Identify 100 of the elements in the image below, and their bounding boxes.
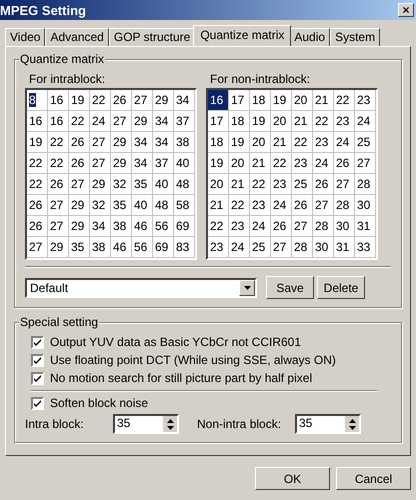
matrix-cell[interactable]: 16 (27, 111, 48, 132)
matrix-cell[interactable]: 22 (292, 132, 313, 153)
tab[interactable]: Quantize matrix (193, 25, 292, 46)
matrix-cell[interactable]: 25 (250, 237, 271, 258)
matrix-cell[interactable]: 30 (313, 237, 334, 258)
matrix-cell[interactable]: 26 (271, 216, 292, 237)
matrix-cell[interactable]: 22 (334, 90, 355, 111)
matrix-cell[interactable]: 21 (292, 111, 313, 132)
matrix-cell[interactable]: 58 (174, 195, 195, 216)
matrix-cell[interactable]: 34 (132, 153, 153, 174)
save-button[interactable]: Save (266, 276, 314, 299)
matrix-cell[interactable]: 35 (69, 237, 90, 258)
matrix-cell[interactable]: 23 (334, 111, 355, 132)
matrix-cell[interactable]: 38 (111, 216, 132, 237)
matrix-cell[interactable]: 23 (355, 90, 376, 111)
matrix-cell[interactable]: 22 (27, 174, 48, 195)
matrix-cell[interactable]: 18 (208, 132, 229, 153)
matrix-cell[interactable]: 48 (174, 174, 195, 195)
matrix-cell[interactable]: 37 (153, 153, 174, 174)
matrix-cell[interactable]: 27 (48, 216, 69, 237)
ok-button[interactable]: OK (255, 467, 330, 490)
checkbox[interactable] (31, 372, 44, 384)
matrix-cell[interactable]: 22 (48, 153, 69, 174)
matrix-cell[interactable]: 30 (355, 195, 376, 216)
matrix-cell[interactable]: 22 (27, 153, 48, 174)
matrix-cell[interactable]: 24 (229, 237, 250, 258)
matrix-cell[interactable]: 29 (90, 174, 111, 195)
matrix-cell[interactable]: 83 (174, 237, 195, 258)
matrix-cell[interactable]: 40 (153, 174, 174, 195)
matrix-cell[interactable]: 27 (27, 237, 48, 258)
matrix-cell[interactable]: 27 (313, 195, 334, 216)
matrix-cell[interactable]: 38 (174, 132, 195, 153)
preset-dropdown[interactable]: Default (25, 278, 257, 298)
matrix-cell[interactable]: 23 (229, 216, 250, 237)
matrix-cell[interactable]: 19 (27, 132, 48, 153)
matrix-cell[interactable]: 22 (208, 216, 229, 237)
matrix-cell[interactable]: 17 (229, 90, 250, 111)
matrix-cell[interactable]: 22 (90, 90, 111, 111)
matrix-cell[interactable]: 26 (292, 195, 313, 216)
matrix-cell[interactable]: 19 (229, 132, 250, 153)
matrix-cell[interactable]: 20 (292, 90, 313, 111)
matrix-cell[interactable]: 56 (132, 237, 153, 258)
matrix-cell[interactable]: 19 (69, 90, 90, 111)
tab[interactable]: Video (5, 28, 46, 46)
matrix-cell[interactable]: 22 (313, 111, 334, 132)
matrix-cell[interactable]: 22 (69, 111, 90, 132)
matrix-cell[interactable]: 19 (208, 153, 229, 174)
matrix-cell[interactable]: 27 (132, 90, 153, 111)
matrix-cell[interactable]: 33 (355, 237, 376, 258)
matrix-cell[interactable]: 28 (355, 174, 376, 195)
matrix-cell[interactable]: 21 (229, 174, 250, 195)
tab[interactable]: System (330, 28, 380, 46)
matrix-cell[interactable]: 16 (208, 90, 229, 111)
matrix-cell[interactable]: 27 (69, 174, 90, 195)
matrix-cell[interactable]: 26 (27, 216, 48, 237)
matrix-cell[interactable]: 22 (271, 153, 292, 174)
matrix-cell[interactable]: 40 (132, 195, 153, 216)
matrix-cell[interactable]: 28 (313, 216, 334, 237)
matrix-cell[interactable]: 28 (292, 237, 313, 258)
matrix-cell[interactable]: 28 (334, 195, 355, 216)
matrix-cell[interactable]: 29 (111, 153, 132, 174)
tab[interactable]: Audio (289, 28, 330, 46)
matrix-cell[interactable]: 46 (111, 237, 132, 258)
matrix-cell[interactable]: 32 (111, 174, 132, 195)
matrix-cell[interactable]: 27 (334, 174, 355, 195)
matrix-cell[interactable]: 22 (229, 195, 250, 216)
matrix-cell[interactable]: 31 (334, 237, 355, 258)
matrix-cell[interactable]: 27 (292, 216, 313, 237)
matrix-cell[interactable]: 34 (90, 216, 111, 237)
matrix-cell[interactable]: 24 (313, 153, 334, 174)
matrix-cell[interactable]: 20 (208, 174, 229, 195)
checkbox[interactable] (31, 336, 44, 348)
matrix-cell[interactable]: 27 (111, 111, 132, 132)
delete-button[interactable]: Delete (317, 276, 365, 299)
matrix-cell[interactable]: 23 (313, 132, 334, 153)
matrix-cell[interactable]: 23 (292, 153, 313, 174)
matrix-cell[interactable]: 26 (313, 174, 334, 195)
matrix-cell[interactable]: 29 (111, 132, 132, 153)
matrix-cell[interactable]: 8 (27, 90, 48, 111)
matrix-cell[interactable]: 40 (174, 153, 195, 174)
matrix-cell[interactable]: 38 (90, 237, 111, 258)
matrix-cell[interactable]: 34 (132, 132, 153, 153)
matrix-cell[interactable]: 24 (334, 132, 355, 153)
checkbox[interactable] (31, 354, 44, 366)
matrix-cell[interactable]: 35 (132, 174, 153, 195)
matrix-cell[interactable]: 26 (69, 153, 90, 174)
close-button[interactable]: × (398, 3, 414, 17)
matrix-cell[interactable]: 26 (334, 153, 355, 174)
matrix-cell[interactable]: 29 (69, 195, 90, 216)
matrix-cell[interactable]: 24 (90, 111, 111, 132)
matrix-cell[interactable]: 25 (292, 174, 313, 195)
matrix-cell[interactable]: 21 (313, 90, 334, 111)
matrix-cell[interactable]: 20 (229, 153, 250, 174)
number-spinner[interactable]: 35 (113, 414, 179, 434)
matrix-cell[interactable]: 26 (69, 132, 90, 153)
matrix-cell[interactable]: 30 (334, 216, 355, 237)
matrix-cell[interactable]: 37 (174, 111, 195, 132)
matrix-cell[interactable]: 34 (153, 111, 174, 132)
matrix-cell[interactable]: 16 (48, 90, 69, 111)
matrix-cell[interactable]: 31 (355, 216, 376, 237)
